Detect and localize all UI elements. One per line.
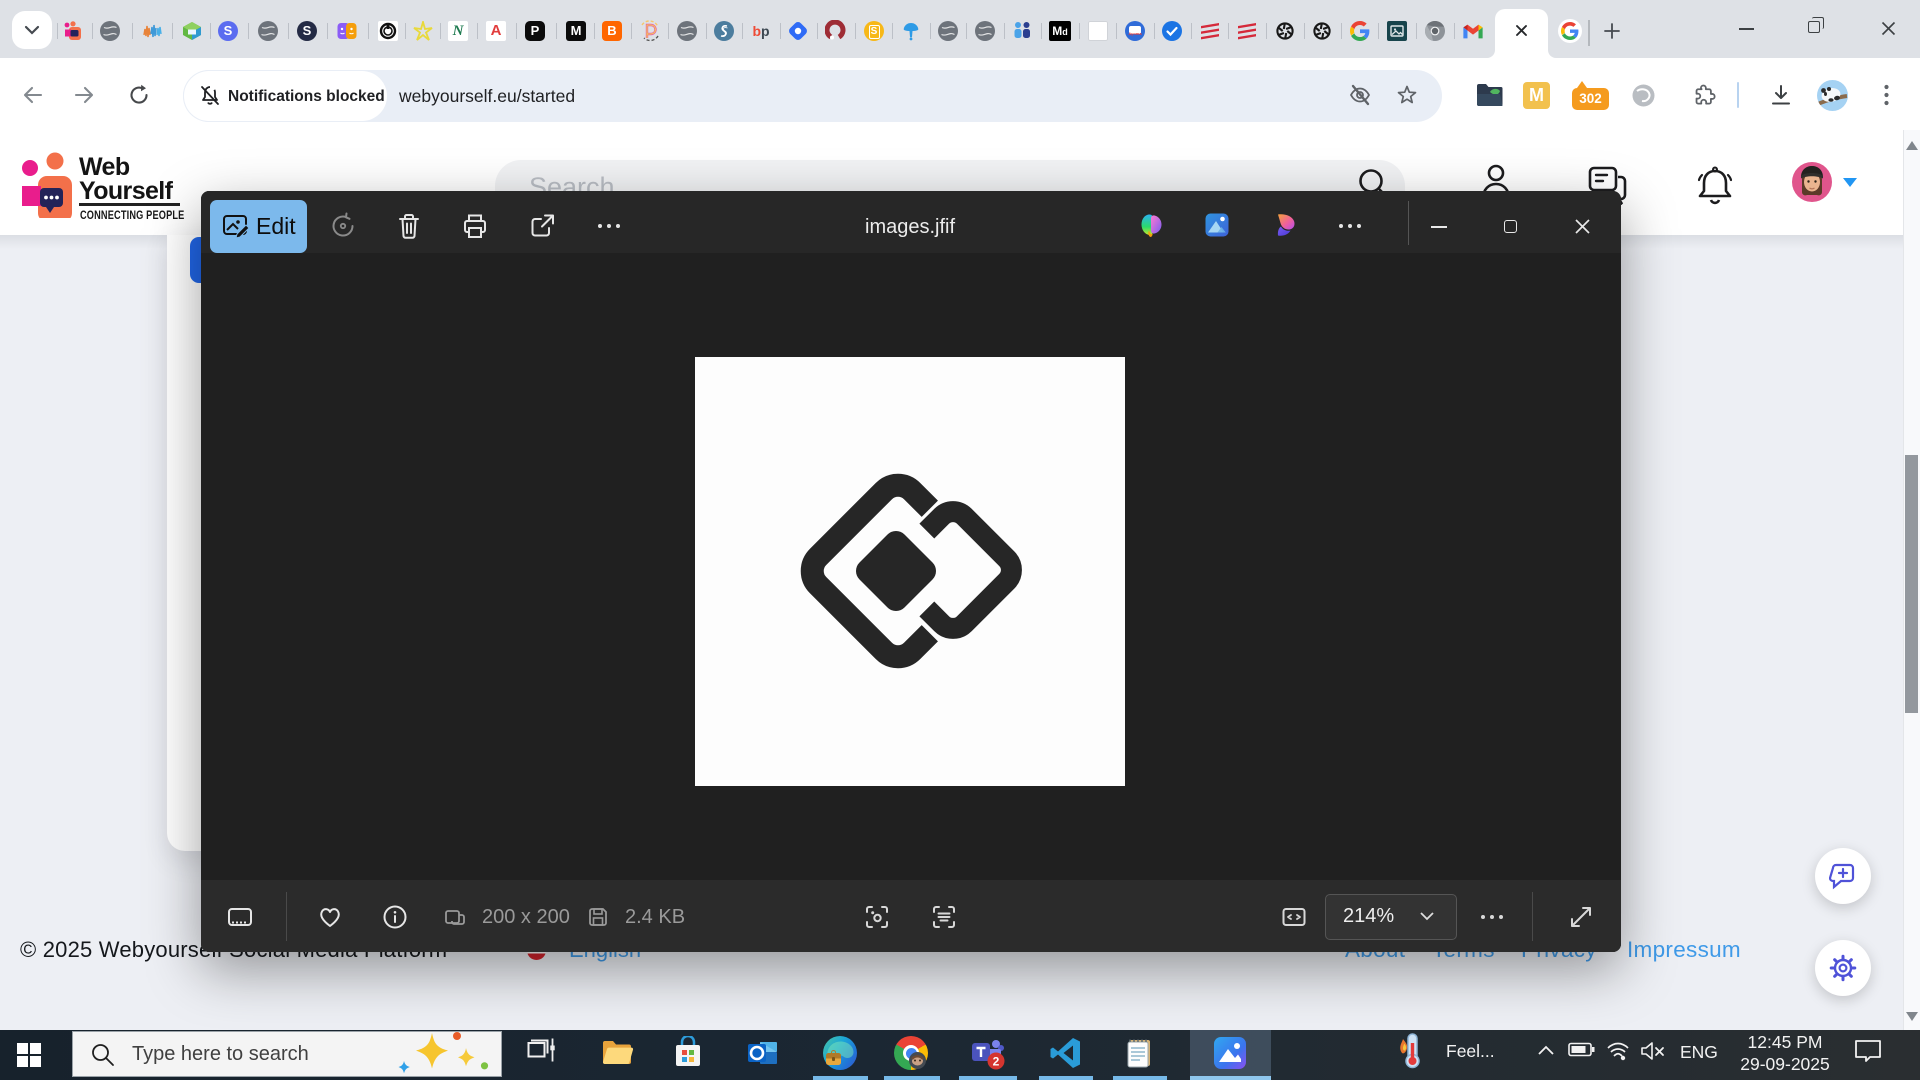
svg-text:2: 2 <box>993 1055 1000 1069</box>
